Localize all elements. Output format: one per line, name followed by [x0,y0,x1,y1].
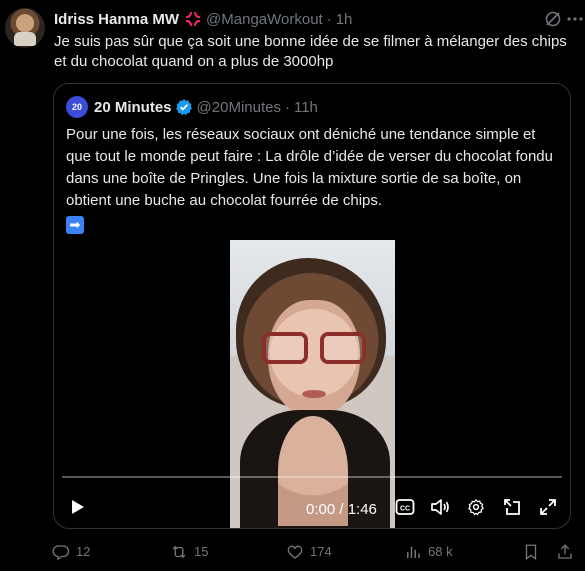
video-thumbnail[interactable] [230,240,395,528]
reply-button[interactable]: 12 [52,541,90,563]
quoted-tweet-timestamp[interactable]: 11h [294,99,318,116]
grok-icon[interactable] [543,9,563,29]
verified-badge-icon [175,98,193,116]
play-icon[interactable] [66,496,88,518]
repost-count: 15 [194,544,209,559]
share-icon [558,544,572,559]
tweet-timestamp[interactable]: 1h [336,11,353,28]
more-options-icon[interactable] [565,9,585,29]
author-handle[interactable]: @MangaWorkout [206,11,323,28]
quoted-tweet-header: 20 20 Minutes @20Minutes · 11h [66,96,318,118]
separator-dot: · [326,10,332,28]
glasses-shape [262,332,366,366]
captions-icon[interactable]: CC [394,496,416,518]
picture-in-picture-icon[interactable] [501,496,523,518]
author-name[interactable]: Idriss Hanma MW [54,11,179,28]
bar-chart-icon [407,546,420,558]
separator-dot: · [284,98,290,116]
quoted-author-avatar[interactable]: 20 [66,96,88,118]
view-count: 68 k [428,544,453,559]
right-arrow-icon: ➡ [66,215,84,234]
settings-gear-icon[interactable] [465,496,487,518]
like-button[interactable]: 174 [286,541,332,563]
author-avatar[interactable] [5,8,45,48]
quoted-author-handle[interactable]: @20Minutes [197,99,281,116]
fullscreen-icon[interactable] [537,496,559,518]
quoted-avatar-text: 20 [71,102,82,112]
tweet-text: Je suis pas sûr que ça soit une bonne id… [54,33,567,70]
views-button[interactable]: 68 k [404,541,453,563]
bookmark-button[interactable] [522,541,546,563]
video-time-readout: 0:00 / 1:46 [306,501,377,518]
quoted-tweet-card[interactable]: 20 20 Minutes @20Minutes · 11h Pour une … [53,83,571,529]
repost-icon [172,545,186,559]
svg-text:CC: CC [400,506,410,513]
quoted-tweet-body: Pour une fois, les réseaux sociaux ont d… [66,126,553,209]
like-count: 174 [310,544,332,559]
video-progress-bar[interactable] [62,476,562,478]
heart-icon [287,545,303,559]
video-controls: 0:00 / 1:46 CC [54,488,570,524]
quoted-tweet-text: Pour une fois, les réseaux sociaux ont d… [66,124,560,234]
repost-button[interactable]: 15 [170,541,208,563]
quoted-author-name[interactable]: 20 Minutes [94,99,172,116]
tweet-header: Idriss Hanma MW @MangaWorkout · 1h [54,9,565,29]
tweet-action-bar: 12 15 174 68 k [52,541,582,563]
reply-icon [52,545,70,561]
anger-symbol-icon [184,10,202,28]
bookmark-icon [525,544,537,561]
share-button[interactable] [556,541,580,563]
volume-icon[interactable] [429,496,451,518]
reply-count: 12 [76,544,91,559]
